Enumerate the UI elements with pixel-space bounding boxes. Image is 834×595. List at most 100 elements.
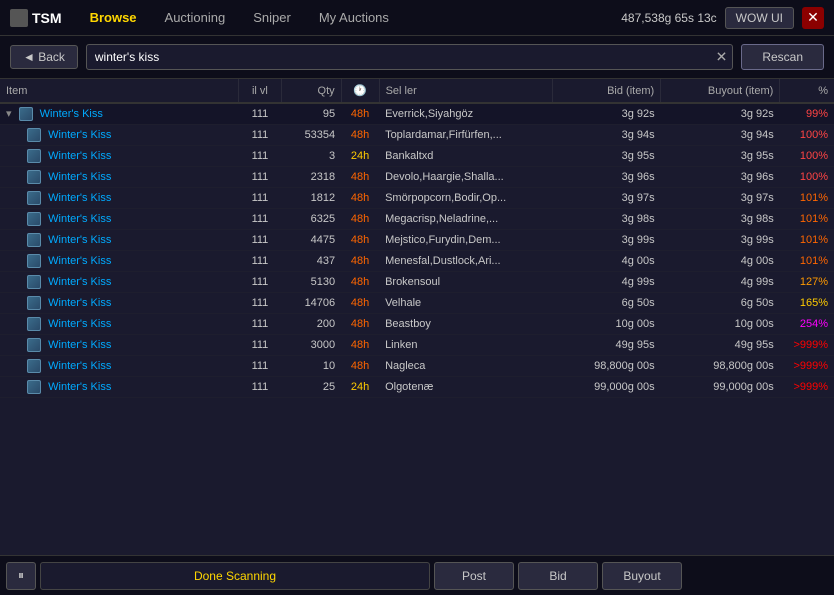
tab-my-auctions[interactable]: My Auctions	[307, 6, 401, 29]
item-name[interactable]: Winter's Kiss	[48, 297, 111, 309]
cell-bid: 49g 95s	[552, 335, 660, 356]
cell-seller: Menesfal,Dustlock,Ari...	[379, 251, 552, 272]
item-name[interactable]: Winter's Kiss	[48, 360, 111, 372]
item-icon	[27, 128, 41, 142]
col-header-bid[interactable]: Bid (item)	[552, 79, 660, 103]
table-row[interactable]: Winter's Kiss 111 25 24h Olgotenæ 99,000…	[0, 377, 834, 398]
cell-time: 48h	[341, 125, 379, 146]
cell-item: Winter's Kiss	[0, 188, 238, 209]
item-icon	[27, 275, 41, 289]
item-name[interactable]: Winter's Kiss	[48, 150, 111, 162]
table-row[interactable]: Winter's Kiss 111 3 24h Bankaltxd 3g 95s…	[0, 146, 834, 167]
cell-bid: 3g 96s	[552, 167, 660, 188]
table-row[interactable]: Winter's Kiss 111 10 48h Nagleca 98,800g…	[0, 356, 834, 377]
col-header-time[interactable]: 🕐	[341, 79, 379, 103]
item-name[interactable]: Winter's Kiss	[48, 213, 111, 225]
cell-item: Winter's Kiss	[0, 167, 238, 188]
table-row[interactable]: Winter's Kiss 111 437 48h Menesfal,Dustl…	[0, 251, 834, 272]
wow-ui-button[interactable]: WOW UI	[725, 7, 794, 29]
col-header-buyout[interactable]: Buyout (item)	[661, 79, 780, 103]
statusbar: ⏸ Done Scanning Post Bid Buyout	[0, 555, 834, 595]
cell-qty: 6325	[282, 209, 342, 230]
searchbar: ◄ Back ✕ Rescan	[0, 36, 834, 79]
table-row[interactable]: ▾ Winter's Kiss 111 95 48h Everrick,Siya…	[0, 103, 834, 125]
rescan-button[interactable]: Rescan	[741, 44, 824, 70]
cell-ilvl: 111	[238, 146, 281, 167]
item-icon	[27, 149, 41, 163]
cell-pct: 101%	[780, 188, 834, 209]
item-name[interactable]: Winter's Kiss	[40, 108, 103, 120]
table-row[interactable]: Winter's Kiss 111 14706 48h Velhale 6g 5…	[0, 293, 834, 314]
auction-table: Item il vl Qty 🕐 Sel ler Bid (item) Buyo…	[0, 79, 834, 398]
cell-seller: Devolo,Haargie,Shalla...	[379, 167, 552, 188]
cell-ilvl: 111	[238, 125, 281, 146]
cell-qty: 437	[282, 251, 342, 272]
cell-item: Winter's Kiss	[0, 230, 238, 251]
cell-bid: 3g 97s	[552, 188, 660, 209]
item-icon	[27, 317, 41, 331]
tab-sniper[interactable]: Sniper	[241, 6, 303, 29]
cell-bid: 4g 99s	[552, 272, 660, 293]
search-input[interactable]	[86, 44, 733, 70]
tab-auctioning[interactable]: Auctioning	[153, 6, 238, 29]
cell-buyout: 4g 00s	[661, 251, 780, 272]
item-name[interactable]: Winter's Kiss	[48, 318, 111, 330]
table-row[interactable]: Winter's Kiss 111 6325 48h Megacrisp,Nel…	[0, 209, 834, 230]
item-icon	[27, 359, 41, 373]
cell-ilvl: 111	[238, 230, 281, 251]
item-name[interactable]: Winter's Kiss	[48, 381, 111, 393]
auction-table-scroll[interactable]: Item il vl Qty 🕐 Sel ler Bid (item) Buyo…	[0, 79, 834, 555]
item-icon	[27, 380, 41, 394]
cell-pct: 101%	[780, 230, 834, 251]
item-name[interactable]: Winter's Kiss	[48, 171, 111, 183]
cell-pct: >999%	[780, 356, 834, 377]
item-icon	[27, 212, 41, 226]
post-button[interactable]: Post	[434, 562, 514, 590]
item-name[interactable]: Winter's Kiss	[48, 192, 111, 204]
table-row[interactable]: Winter's Kiss 111 1812 48h Smörpopcorn,B…	[0, 188, 834, 209]
item-icon	[19, 107, 33, 121]
header-right: 487,538g 65s 13c WOW UI ✕	[621, 7, 824, 29]
cell-buyout: 3g 99s	[661, 230, 780, 251]
cell-ilvl: 111	[238, 377, 281, 398]
table-row[interactable]: Winter's Kiss 111 4475 48h Mejstico,Fury…	[0, 230, 834, 251]
cell-bid: 3g 98s	[552, 209, 660, 230]
col-header-item[interactable]: Item	[0, 79, 238, 103]
col-header-qty[interactable]: Qty	[282, 79, 342, 103]
cell-seller: Linken	[379, 335, 552, 356]
clear-search-button[interactable]: ✕	[716, 49, 728, 66]
search-input-wrap: ✕	[86, 44, 733, 70]
item-name[interactable]: Winter's Kiss	[48, 129, 111, 141]
cell-time: 24h	[341, 377, 379, 398]
cell-seller: Smörpopcorn,Bodir,Op...	[379, 188, 552, 209]
table-row[interactable]: Winter's Kiss 111 53354 48h Toplardamar,…	[0, 125, 834, 146]
table-row[interactable]: Winter's Kiss 111 2318 48h Devolo,Haargi…	[0, 167, 834, 188]
cell-qty: 10	[282, 356, 342, 377]
item-icon	[27, 296, 41, 310]
item-icon	[27, 338, 41, 352]
group-toggle[interactable]: ▾	[6, 108, 12, 120]
cell-buyout: 49g 95s	[661, 335, 780, 356]
close-button[interactable]: ✕	[802, 7, 824, 29]
table-row[interactable]: Winter's Kiss 111 5130 48h Brokensoul 4g…	[0, 272, 834, 293]
tab-browse[interactable]: Browse	[78, 6, 149, 29]
col-header-ilvl[interactable]: il vl	[238, 79, 281, 103]
table-row[interactable]: Winter's Kiss 111 200 48h Beastboy 10g 0…	[0, 314, 834, 335]
item-name[interactable]: Winter's Kiss	[48, 255, 111, 267]
buyout-button[interactable]: Buyout	[602, 562, 682, 590]
cell-bid: 3g 99s	[552, 230, 660, 251]
bid-button[interactable]: Bid	[518, 562, 598, 590]
cell-ilvl: 111	[238, 251, 281, 272]
back-button[interactable]: ◄ Back	[10, 45, 78, 69]
cell-item: Winter's Kiss	[0, 293, 238, 314]
col-header-seller[interactable]: Sel ler	[379, 79, 552, 103]
pause-button[interactable]: ⏸	[6, 562, 36, 590]
item-name[interactable]: Winter's Kiss	[48, 339, 111, 351]
col-header-pct[interactable]: %	[780, 79, 834, 103]
cell-qty: 5130	[282, 272, 342, 293]
item-name[interactable]: Winter's Kiss	[48, 276, 111, 288]
table-row[interactable]: Winter's Kiss 111 3000 48h Linken 49g 95…	[0, 335, 834, 356]
cell-time: 48h	[341, 293, 379, 314]
item-name[interactable]: Winter's Kiss	[48, 234, 111, 246]
cell-pct: 127%	[780, 272, 834, 293]
